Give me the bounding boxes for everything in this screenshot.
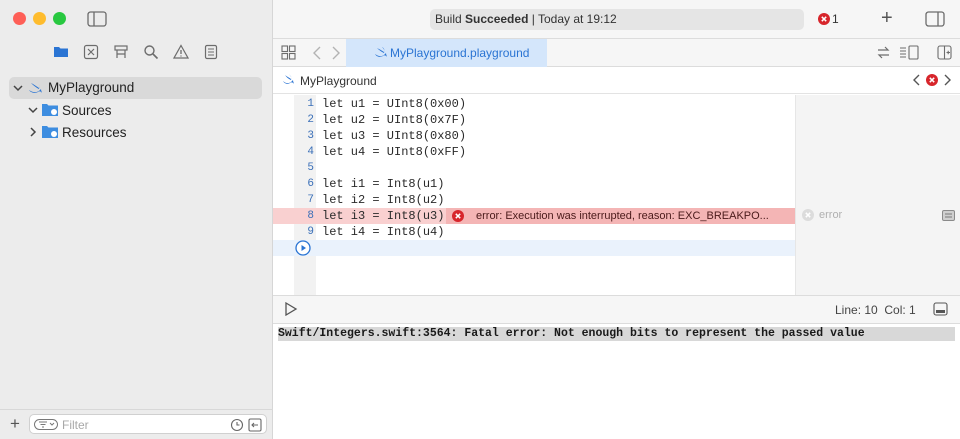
report-icon[interactable] bbox=[203, 44, 219, 60]
issue-warning-icon[interactable] bbox=[173, 44, 189, 60]
inspector-toggle-icon[interactable] bbox=[925, 11, 945, 27]
close-window-button[interactable] bbox=[13, 12, 26, 25]
sources-folder-icon bbox=[42, 104, 58, 116]
code-line[interactable]: let u2 = UInt8(0x7F) bbox=[322, 113, 466, 127]
inline-error-message[interactable]: error: Execution was interrupted, reason… bbox=[446, 208, 795, 224]
error-icon bbox=[452, 210, 464, 222]
code-line[interactable]: let u1 = UInt8(0x00) bbox=[322, 97, 466, 111]
code-line[interactable]: let u3 = UInt8(0x80) bbox=[322, 129, 466, 143]
line-number: 9 bbox=[307, 226, 314, 238]
grid-icon[interactable] bbox=[281, 45, 296, 60]
run-to-line-icon[interactable] bbox=[295, 240, 311, 256]
add-library-icon[interactable]: + bbox=[881, 7, 893, 29]
source-control-icon[interactable] bbox=[83, 44, 99, 60]
clock-icon[interactable] bbox=[230, 418, 244, 432]
sidebar-toggle-icon[interactable] bbox=[87, 11, 107, 27]
previous-issue-icon[interactable] bbox=[912, 74, 921, 86]
swift-icon bbox=[29, 82, 42, 93]
search-icon[interactable] bbox=[143, 44, 159, 60]
line-number: 6 bbox=[307, 178, 314, 190]
line-number: 4 bbox=[307, 146, 314, 158]
issue-error-icon[interactable] bbox=[926, 74, 938, 86]
cursor-position: Line: 10 Col: 1 bbox=[835, 303, 916, 317]
zoom-window-button[interactable] bbox=[53, 12, 66, 25]
status-timestamp: | Today at 19:12 bbox=[528, 12, 617, 26]
tree-item-resources[interactable]: Resources bbox=[62, 125, 127, 140]
line-number: 1 bbox=[307, 98, 314, 110]
split-editor-icon[interactable] bbox=[937, 45, 952, 60]
minimize-window-button[interactable] bbox=[33, 12, 46, 25]
result-viewer-icon[interactable] bbox=[942, 210, 955, 221]
filter-options-icon[interactable] bbox=[34, 419, 58, 430]
jump-bar-label[interactable]: MyPlayground bbox=[300, 74, 377, 88]
next-issue-icon[interactable] bbox=[943, 74, 952, 86]
error-badge-icon[interactable] bbox=[818, 13, 830, 25]
status-prefix: Build bbox=[435, 12, 466, 26]
line-number: 3 bbox=[307, 130, 314, 142]
navigator-sidebar: MyPlayground Sources Resources + Filter bbox=[0, 0, 273, 439]
chevron-down-icon[interactable] bbox=[28, 105, 38, 115]
code-line[interactable]: let i2 = Int8(u2) bbox=[322, 193, 444, 207]
results-sidebar bbox=[795, 95, 960, 295]
code-line[interactable]: let u4 = UInt8(0xFF) bbox=[322, 145, 466, 159]
activity-status: Build Succeeded | Today at 19:12 bbox=[430, 9, 804, 30]
result-error-label: error bbox=[819, 209, 843, 221]
line-number: 8 bbox=[307, 210, 314, 222]
editor-options-icon[interactable] bbox=[899, 45, 919, 60]
add-icon[interactable]: + bbox=[10, 414, 20, 434]
forward-arrow-icon[interactable] bbox=[331, 46, 341, 60]
code-line[interactable]: let i3 = Int8(u3) bbox=[322, 209, 444, 223]
symbol-hierarchy-icon[interactable] bbox=[113, 44, 129, 60]
line-number: 7 bbox=[307, 194, 314, 206]
console-toggle-icon[interactable] bbox=[933, 302, 948, 316]
run-playground-icon[interactable] bbox=[284, 302, 298, 316]
chevron-down-icon[interactable] bbox=[13, 83, 23, 93]
project-name: MyPlayground bbox=[48, 80, 135, 95]
filter-placeholder: Filter bbox=[62, 418, 89, 432]
tab-label: MyPlayground.playground bbox=[390, 46, 530, 60]
code-line[interactable]: let i1 = Int8(u1) bbox=[322, 177, 444, 191]
line-number: 5 bbox=[307, 162, 314, 174]
refresh-swap-icon[interactable] bbox=[876, 45, 891, 60]
filter-scope-icon[interactable] bbox=[248, 418, 262, 432]
swift-icon bbox=[375, 47, 387, 57]
tree-row-project[interactable] bbox=[9, 77, 262, 99]
current-line-highlight bbox=[273, 240, 795, 256]
folder-icon[interactable] bbox=[53, 44, 69, 60]
status-build-result: Succeeded bbox=[465, 12, 529, 26]
back-arrow-icon[interactable] bbox=[312, 46, 322, 60]
error-count[interactable]: 1 bbox=[832, 12, 839, 26]
line-number: 2 bbox=[307, 114, 314, 126]
divider bbox=[0, 409, 273, 410]
chevron-right-icon[interactable] bbox=[28, 127, 38, 137]
result-error-icon bbox=[802, 209, 814, 221]
swift-icon bbox=[283, 74, 294, 84]
tree-item-sources[interactable]: Sources bbox=[62, 103, 112, 118]
resources-folder-icon bbox=[42, 126, 58, 138]
console-output-line: Swift/Integers.swift:3564: Fatal error: … bbox=[278, 327, 955, 341]
console-area[interactable] bbox=[273, 324, 960, 439]
code-line[interactable]: let i4 = Int8(u4) bbox=[322, 225, 444, 239]
